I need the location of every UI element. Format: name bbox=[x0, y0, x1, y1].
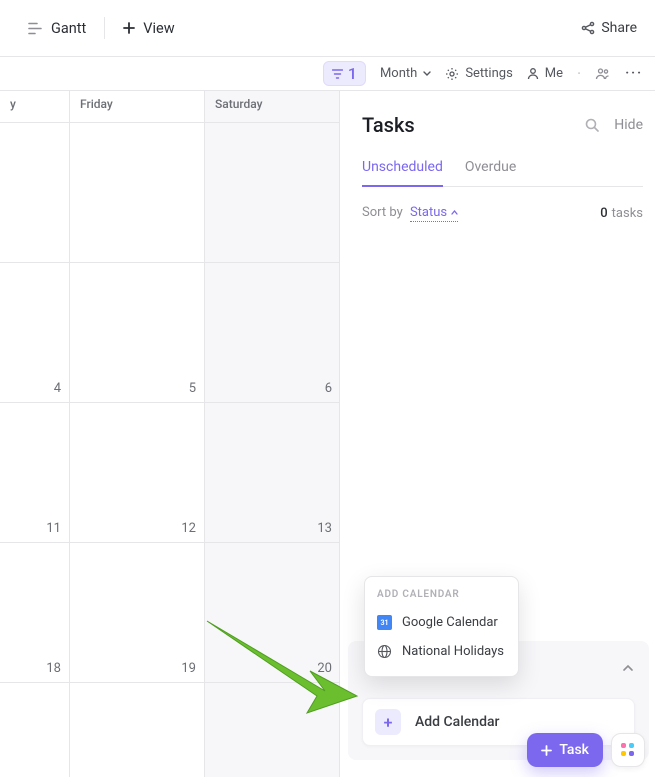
filter-icon bbox=[332, 69, 343, 79]
person-icon bbox=[527, 67, 539, 80]
day-header-friday: Friday bbox=[70, 91, 205, 123]
calendar-cell[interactable]: 5 bbox=[70, 263, 205, 403]
calendar-cell[interactable]: 12 bbox=[70, 403, 205, 543]
settings-label: Settings bbox=[465, 66, 512, 81]
calendar-cell[interactable]: 6 bbox=[205, 263, 340, 403]
top-toolbar: Gantt View Share bbox=[0, 0, 655, 57]
calendar-cell[interactable] bbox=[205, 683, 340, 777]
task-count: 0 tasks bbox=[600, 206, 643, 221]
date-number: 4 bbox=[54, 381, 61, 396]
day-header-saturday: Saturday bbox=[205, 91, 340, 123]
date-number: 20 bbox=[317, 661, 332, 676]
share-button[interactable]: Share bbox=[581, 20, 637, 36]
add-calendar-popover: ADD CALENDAR Google Calendar National Ho… bbox=[364, 576, 519, 677]
calendar-cell[interactable]: 13 bbox=[205, 403, 340, 543]
date-number: 6 bbox=[325, 381, 332, 396]
calendar-cell[interactable]: 11 bbox=[0, 403, 70, 543]
search-icon[interactable] bbox=[584, 117, 600, 133]
add-calendar-label: Add Calendar bbox=[415, 714, 499, 730]
calendar-row bbox=[0, 123, 339, 263]
new-task-button[interactable]: Task bbox=[527, 733, 603, 767]
apps-icon bbox=[621, 743, 635, 757]
calendar-row: 11 12 13 bbox=[0, 403, 339, 543]
assignees-button[interactable] bbox=[595, 67, 611, 80]
task-count-unit: tasks bbox=[612, 206, 643, 221]
range-dropdown[interactable]: Month bbox=[380, 66, 431, 81]
panel-title: Tasks bbox=[362, 113, 415, 137]
me-button[interactable]: Me bbox=[527, 66, 563, 81]
popover-item-label: Google Calendar bbox=[402, 615, 498, 630]
calendar-header-row: y Friday Saturday bbox=[0, 91, 339, 123]
calendar-cell[interactable]: 19 bbox=[70, 543, 205, 683]
date-number: 5 bbox=[189, 381, 196, 396]
sort-value: Status bbox=[410, 205, 447, 220]
calendar-cell[interactable]: 4 bbox=[0, 263, 70, 403]
add-view-label: View bbox=[143, 20, 174, 37]
calendar-row: 25 26 bbox=[0, 683, 339, 777]
date-number: 13 bbox=[317, 521, 332, 536]
sort-label: Sort by bbox=[362, 205, 403, 220]
new-task-label: Task bbox=[559, 742, 589, 758]
panel-header: Tasks Hide bbox=[362, 113, 643, 137]
popover-title: ADD CALENDAR bbox=[377, 585, 506, 608]
calendar-cell[interactable]: 18 bbox=[0, 543, 70, 683]
separator-dot: · bbox=[577, 64, 581, 83]
apps-button[interactable] bbox=[611, 733, 645, 767]
share-label: Share bbox=[601, 20, 637, 36]
calendar-row: 4 5 6 bbox=[0, 263, 339, 403]
add-view-tab[interactable]: View bbox=[113, 14, 184, 43]
calendar-cell[interactable] bbox=[0, 123, 70, 263]
view-tabs: Gantt View bbox=[18, 14, 185, 43]
date-number: 19 bbox=[181, 661, 196, 676]
task-count-number: 0 bbox=[600, 206, 607, 221]
calendar-cell[interactable] bbox=[205, 123, 340, 263]
popover-item-label: National Holidays bbox=[402, 644, 504, 659]
divider bbox=[104, 17, 105, 39]
settings-button[interactable]: Settings bbox=[445, 66, 512, 81]
sort-dropdown[interactable]: Status bbox=[410, 205, 458, 222]
google-calendar-icon bbox=[377, 615, 392, 630]
popover-google-calendar[interactable]: Google Calendar bbox=[377, 608, 506, 637]
calendar-cell[interactable]: 26 bbox=[70, 683, 205, 777]
gantt-view-tab[interactable]: Gantt bbox=[18, 14, 96, 43]
more-options-button[interactable]: ··· bbox=[625, 66, 643, 81]
gear-icon bbox=[445, 67, 459, 81]
tab-unscheduled[interactable]: Unscheduled bbox=[362, 159, 443, 187]
filter-count: 1 bbox=[348, 64, 357, 83]
day-header-partial: y bbox=[0, 91, 70, 123]
calendar-cell[interactable] bbox=[70, 123, 205, 263]
calendar-body: 4 5 6 11 12 13 18 19 20 25 26 bbox=[0, 123, 339, 777]
calendar-grid: y Friday Saturday 4 5 6 11 12 bbox=[0, 91, 340, 777]
date-number: 18 bbox=[46, 661, 61, 676]
filter-chip[interactable]: 1 bbox=[323, 61, 366, 86]
date-number: 11 bbox=[46, 521, 61, 536]
gantt-label: Gantt bbox=[51, 20, 86, 37]
globe-icon bbox=[377, 644, 392, 659]
sort-row: Sort by Status 0 tasks bbox=[362, 205, 643, 222]
date-number: 12 bbox=[181, 521, 196, 536]
chevron-up-icon[interactable] bbox=[621, 663, 635, 673]
popover-national-holidays[interactable]: National Holidays bbox=[377, 637, 506, 666]
range-label: Month bbox=[380, 66, 417, 81]
filter-bar: 1 Month Settings Me · ··· bbox=[0, 57, 655, 91]
share-icon bbox=[581, 21, 595, 35]
floating-actions: Task bbox=[527, 733, 645, 767]
me-label: Me bbox=[545, 66, 563, 81]
people-icon bbox=[595, 67, 611, 80]
plus-icon: + bbox=[375, 709, 401, 735]
plus-icon bbox=[123, 22, 135, 34]
tab-overdue[interactable]: Overdue bbox=[465, 159, 516, 186]
calendar-cell[interactable]: 20 bbox=[205, 543, 340, 683]
task-tabs: Unscheduled Overdue bbox=[362, 159, 643, 187]
main-area: y Friday Saturday 4 5 6 11 12 bbox=[0, 91, 655, 777]
calendar-cell[interactable]: 25 bbox=[0, 683, 70, 777]
chevron-down-icon bbox=[423, 71, 431, 77]
gantt-icon bbox=[28, 22, 43, 35]
hide-panel-button[interactable]: Hide bbox=[614, 117, 643, 133]
calendar-row: 18 19 20 bbox=[0, 543, 339, 683]
